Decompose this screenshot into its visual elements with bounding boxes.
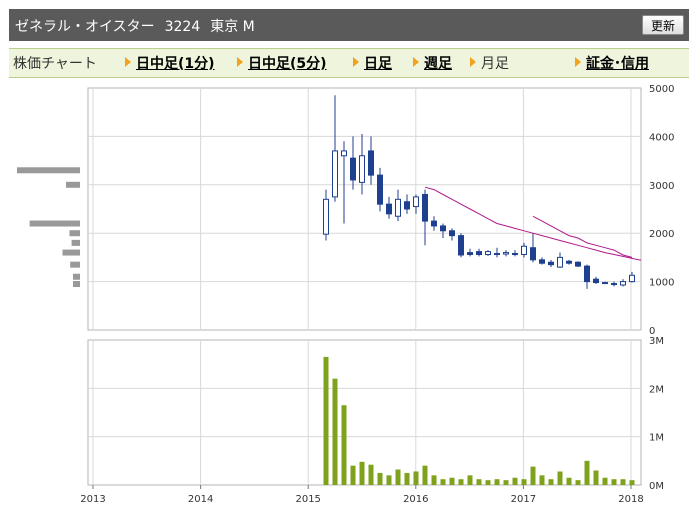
candle-up [620, 281, 626, 286]
volume-bar [449, 477, 455, 485]
candle-down [467, 252, 473, 255]
volume-profile-bar [73, 281, 80, 288]
candle-down [350, 157, 356, 181]
volume-profile-bar [69, 230, 80, 237]
candle-up [629, 274, 635, 283]
volume-bar [440, 479, 446, 485]
price-y-tick-label: 2000 [649, 229, 674, 240]
x-tick-label: 2017 [511, 494, 536, 505]
volume-bar [467, 475, 473, 485]
candle-down [458, 235, 464, 256]
volume-profile-bar [17, 167, 80, 174]
candle-up [332, 150, 338, 198]
volume-profile-bar [71, 239, 80, 246]
volume-bar [557, 471, 563, 485]
candle-down [611, 283, 617, 286]
volume-bar [368, 464, 374, 485]
x-tick-label: 2016 [403, 494, 428, 505]
x-tick-label: 2015 [295, 494, 320, 505]
candle-down [449, 230, 455, 237]
candle-up [323, 198, 329, 235]
candle-down [494, 253, 500, 256]
candle-down [404, 201, 410, 210]
volume-y-tick-label: 1M [649, 433, 664, 444]
x-tick-label: 2018 [618, 494, 643, 505]
candle-down [539, 259, 545, 264]
candle-down [548, 261, 554, 266]
volume-bar [494, 479, 500, 485]
volume-y-tick-label: 2M [649, 384, 664, 395]
volume-bar [377, 472, 383, 485]
candle-down [512, 253, 518, 256]
volume-bar [395, 469, 401, 485]
candle-up [485, 251, 491, 255]
volume-bar [386, 475, 392, 485]
volume-bar [332, 378, 338, 485]
candle-up [521, 245, 527, 255]
volume-y-tick-label: 0M [649, 481, 664, 492]
volume-bar [404, 472, 410, 485]
volume-bar [611, 479, 617, 485]
volume-bar [485, 480, 491, 485]
volume-profile-bar [62, 249, 80, 256]
volume-bar [476, 479, 482, 485]
volume-y-tick-label: 3M [649, 336, 664, 347]
candle-down [575, 261, 581, 267]
price-y-tick-label: 3000 [649, 181, 674, 192]
candle-down [593, 278, 599, 284]
volume-bar [593, 470, 599, 485]
candle-down [377, 174, 383, 205]
volume-bar [431, 475, 437, 485]
volume-bar [539, 475, 545, 485]
volume-bar [548, 479, 554, 485]
candle-down [440, 225, 446, 232]
candle-up [395, 198, 401, 217]
volume-bar [530, 466, 536, 485]
candle-up [503, 252, 509, 255]
volume-bar [341, 405, 347, 485]
volume-bar [575, 480, 581, 485]
volume-bar [503, 480, 509, 485]
candle-down [530, 247, 536, 261]
volume-profile-bar [73, 273, 80, 280]
candle-down [431, 220, 437, 227]
candle-up [341, 150, 347, 157]
volume-profile-bar [66, 181, 80, 188]
x-tick-label: 2014 [188, 494, 213, 505]
candle-down [386, 203, 392, 215]
candle-up [557, 256, 563, 268]
candle-down [476, 251, 482, 255]
volume-bar [566, 477, 572, 485]
volume-bar [602, 477, 608, 485]
volume-bar [620, 479, 626, 485]
candle-down [584, 265, 590, 283]
volume-bar [422, 465, 428, 485]
candle-up [413, 196, 419, 208]
candle-down [422, 193, 428, 222]
price-y-tick-label: 5000 [649, 84, 674, 95]
volume-bar [521, 479, 527, 485]
volume-bar [458, 479, 464, 485]
stock-chart: 2013 2014 2015 2016 2017 20180100020003000400… [17, 84, 674, 505]
volume-profile-bar [70, 261, 80, 268]
volume-bar [512, 477, 518, 485]
price-y-tick-label: 1000 [649, 278, 674, 289]
candle-down [566, 260, 572, 264]
candle-down [368, 150, 374, 176]
candle-up [359, 155, 365, 183]
volume-bar [629, 480, 635, 485]
x-tick-label: 2013 [80, 494, 105, 505]
volume-bar [413, 471, 419, 485]
volume-bar [584, 460, 590, 485]
volume-profile-bar [29, 220, 81, 227]
volume-bar [323, 356, 329, 485]
price-panel [87, 87, 642, 331]
volume-bar [350, 465, 356, 485]
price-y-tick-label: 4000 [649, 132, 674, 143]
volume-bar [359, 461, 365, 485]
candle-down [602, 282, 608, 285]
